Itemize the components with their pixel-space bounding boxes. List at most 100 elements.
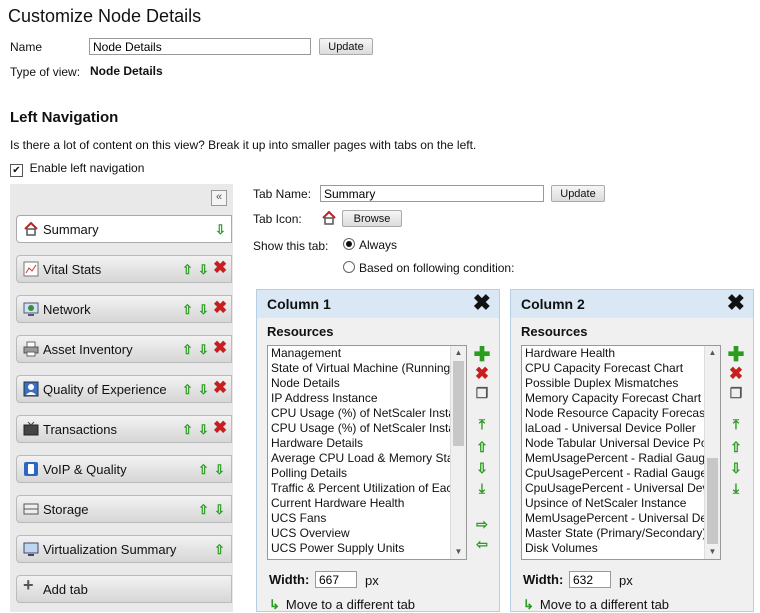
list-item[interactable]: Memory Capacity Forecast Chart — [522, 391, 720, 406]
move-up-icon[interactable]: ⇧ — [471, 439, 493, 456]
scroll-up-icon[interactable]: ▲ — [705, 346, 720, 360]
close-icon[interactable]: ✖ — [473, 290, 491, 316]
show-always-option[interactable]: Always — [343, 238, 397, 252]
move-up-icon[interactable]: ⇧ — [182, 302, 193, 318]
list-item[interactable]: CPU Usage (%) of NetScaler Instance — [268, 406, 466, 421]
delete-icon[interactable]: ✖ — [213, 298, 227, 318]
move-to-tab-link[interactable]: ↳ Move to a different tab — [269, 597, 415, 613]
list-item[interactable]: Polling Details — [268, 466, 466, 481]
enable-left-nav-checkbox[interactable]: ✔ — [10, 164, 23, 177]
close-icon[interactable]: ✖ — [727, 290, 745, 316]
move-up-icon[interactable]: ⇧ — [182, 382, 193, 398]
move-right-icon[interactable]: ⇨ — [471, 516, 493, 533]
move-bottom-icon[interactable]: ⤓ — [725, 480, 747, 497]
enable-left-nav[interactable]: ✔ Enable left navigation — [10, 160, 144, 177]
move-up-icon[interactable]: ⇧ — [198, 502, 209, 518]
delete-resource-icon[interactable]: ✖ — [725, 364, 747, 384]
move-bottom-icon[interactable]: ⤓ — [471, 480, 493, 497]
list-item[interactable]: Node Details — [268, 376, 466, 391]
nav-tab-summary[interactable]: Summary ⇩ — [16, 215, 232, 243]
list-item[interactable]: Master State (Primary/Secondary) — [522, 526, 720, 541]
list-item[interactable]: Possible Duplex Mismatches — [522, 376, 720, 391]
view-name-input[interactable] — [89, 38, 311, 55]
move-down-icon[interactable]: ⇩ — [214, 462, 225, 478]
move-down-icon[interactable]: ⇩ — [198, 382, 209, 398]
move-down-icon[interactable]: ⇩ — [198, 342, 209, 358]
list-item[interactable]: MemUsagePercent - Universal Device Polle… — [522, 511, 720, 526]
scroll-down-icon[interactable]: ▼ — [451, 545, 466, 559]
browse-icon-button[interactable]: Browse — [342, 210, 402, 227]
resources-list[interactable]: Management State of Virtual Machine (Run… — [267, 345, 467, 560]
move-down-icon[interactable]: ⇩ — [198, 302, 209, 318]
list-scrollbar[interactable]: ▲ ▼ — [704, 346, 720, 559]
add-tab-button[interactable]: + Add tab — [16, 575, 232, 603]
update-name-button[interactable]: Update — [319, 38, 373, 55]
delete-icon[interactable]: ✖ — [213, 378, 227, 398]
scroll-thumb[interactable] — [707, 458, 718, 544]
nav-tab-network[interactable]: Network ⇧ ⇩ ✖ — [16, 295, 232, 323]
scroll-up-icon[interactable]: ▲ — [451, 346, 466, 360]
move-up-icon[interactable]: ⇧ — [725, 439, 747, 456]
list-item[interactable]: Traffic & Percent Utilization of Each In… — [268, 481, 466, 496]
nav-tab-asset-inventory[interactable]: Asset Inventory ⇧ ⇩ ✖ — [16, 335, 232, 363]
move-left-icon[interactable]: ⇦ — [471, 536, 493, 553]
move-top-icon[interactable]: ⤒ — [725, 416, 747, 433]
move-up-icon[interactable]: ⇧ — [182, 422, 193, 438]
nav-tab-virtualization-summary[interactable]: Virtualization Summary ⇧ — [16, 535, 232, 563]
list-item[interactable]: Hardware Details — [268, 436, 466, 451]
list-item[interactable]: Node Tabular Universal Device Poller — [522, 436, 720, 451]
width-input[interactable] — [315, 571, 357, 588]
list-item[interactable]: Upsince of NetScaler Instance — [522, 496, 720, 511]
list-item[interactable]: Management — [268, 346, 466, 361]
list-item[interactable]: UCS Fans — [268, 511, 466, 526]
resources-list[interactable]: Hardware Health CPU Capacity Forecast Ch… — [521, 345, 721, 560]
move-down-icon[interactable]: ⇩ — [471, 460, 493, 477]
list-item[interactable]: Hardware Health — [522, 346, 720, 361]
update-tab-button[interactable]: Update — [551, 185, 605, 202]
move-up-icon[interactable]: ⇧ — [182, 342, 193, 358]
list-item[interactable]: CPU Capacity Forecast Chart — [522, 361, 720, 376]
tab-name-input[interactable] — [320, 185, 544, 202]
scroll-down-icon[interactable]: ▼ — [705, 545, 720, 559]
nav-tab-vital-stats[interactable]: Vital Stats ⇧ ⇩ ✖ — [16, 255, 232, 283]
list-item[interactable]: State of Virtual Machine (Running) — [268, 361, 466, 376]
nav-tab-transactions[interactable]: Transactions ⇧ ⇩ ✖ — [16, 415, 232, 443]
list-item[interactable]: UCS Overview — [268, 526, 466, 541]
move-up-icon[interactable]: ⇧ — [214, 542, 225, 558]
move-top-icon[interactable]: ⤒ — [471, 416, 493, 433]
list-item[interactable]: CpuUsagePercent - Universal Device Polle… — [522, 481, 720, 496]
list-item[interactable]: Current Hardware Health — [268, 496, 466, 511]
list-item[interactable]: UCS Power Supply Units — [268, 541, 466, 556]
list-item[interactable]: Disk Volumes — [522, 541, 720, 556]
copy-resource-icon[interactable]: ❐ — [471, 385, 493, 402]
move-up-icon[interactable]: ⇧ — [182, 262, 193, 278]
list-item[interactable]: laLoad - Universal Device Poller — [522, 421, 720, 436]
width-input[interactable] — [569, 571, 611, 588]
list-scrollbar[interactable]: ▲ ▼ — [450, 346, 466, 559]
show-condition-option[interactable]: Based on following condition: — [343, 261, 514, 275]
move-up-icon[interactable]: ⇧ — [198, 462, 209, 478]
list-item[interactable]: IP Address Instance — [268, 391, 466, 406]
list-item[interactable]: Average CPU Load & Memory Statistics — [268, 451, 466, 466]
delete-resource-icon[interactable]: ✖ — [471, 364, 493, 384]
move-to-tab-link[interactable]: ↳ Move to a different tab — [523, 597, 669, 613]
delete-icon[interactable]: ✖ — [213, 258, 227, 278]
list-item[interactable]: CpuUsagePercent - Radial Gauge — [522, 466, 720, 481]
condition-radio[interactable] — [343, 261, 355, 273]
move-down-icon[interactable]: ⇩ — [198, 422, 209, 438]
copy-resource-icon[interactable]: ❐ — [725, 385, 747, 402]
move-down-icon[interactable]: ⇩ — [214, 502, 225, 518]
delete-icon[interactable]: ✖ — [213, 338, 227, 358]
move-down-icon[interactable]: ⇩ — [725, 460, 747, 477]
move-down-icon[interactable]: ⇩ — [198, 262, 209, 278]
nav-tab-quality-of-experience[interactable]: Quality of Experience ⇧ ⇩ ✖ — [16, 375, 232, 403]
collapse-nav-button[interactable]: « — [211, 190, 227, 206]
move-down-icon[interactable]: ⇩ — [215, 222, 226, 238]
nav-tab-storage[interactable]: Storage ⇧ ⇩ — [16, 495, 232, 523]
delete-icon[interactable]: ✖ — [213, 418, 227, 438]
list-item[interactable]: Node Resource Capacity Forecast — [522, 406, 720, 421]
scroll-thumb[interactable] — [453, 361, 464, 446]
nav-tab-voip-quality[interactable]: VoIP & Quality ⇧ ⇩ — [16, 455, 232, 483]
list-item[interactable]: MemUsagePercent - Radial Gauge — [522, 451, 720, 466]
always-radio[interactable] — [343, 238, 355, 250]
